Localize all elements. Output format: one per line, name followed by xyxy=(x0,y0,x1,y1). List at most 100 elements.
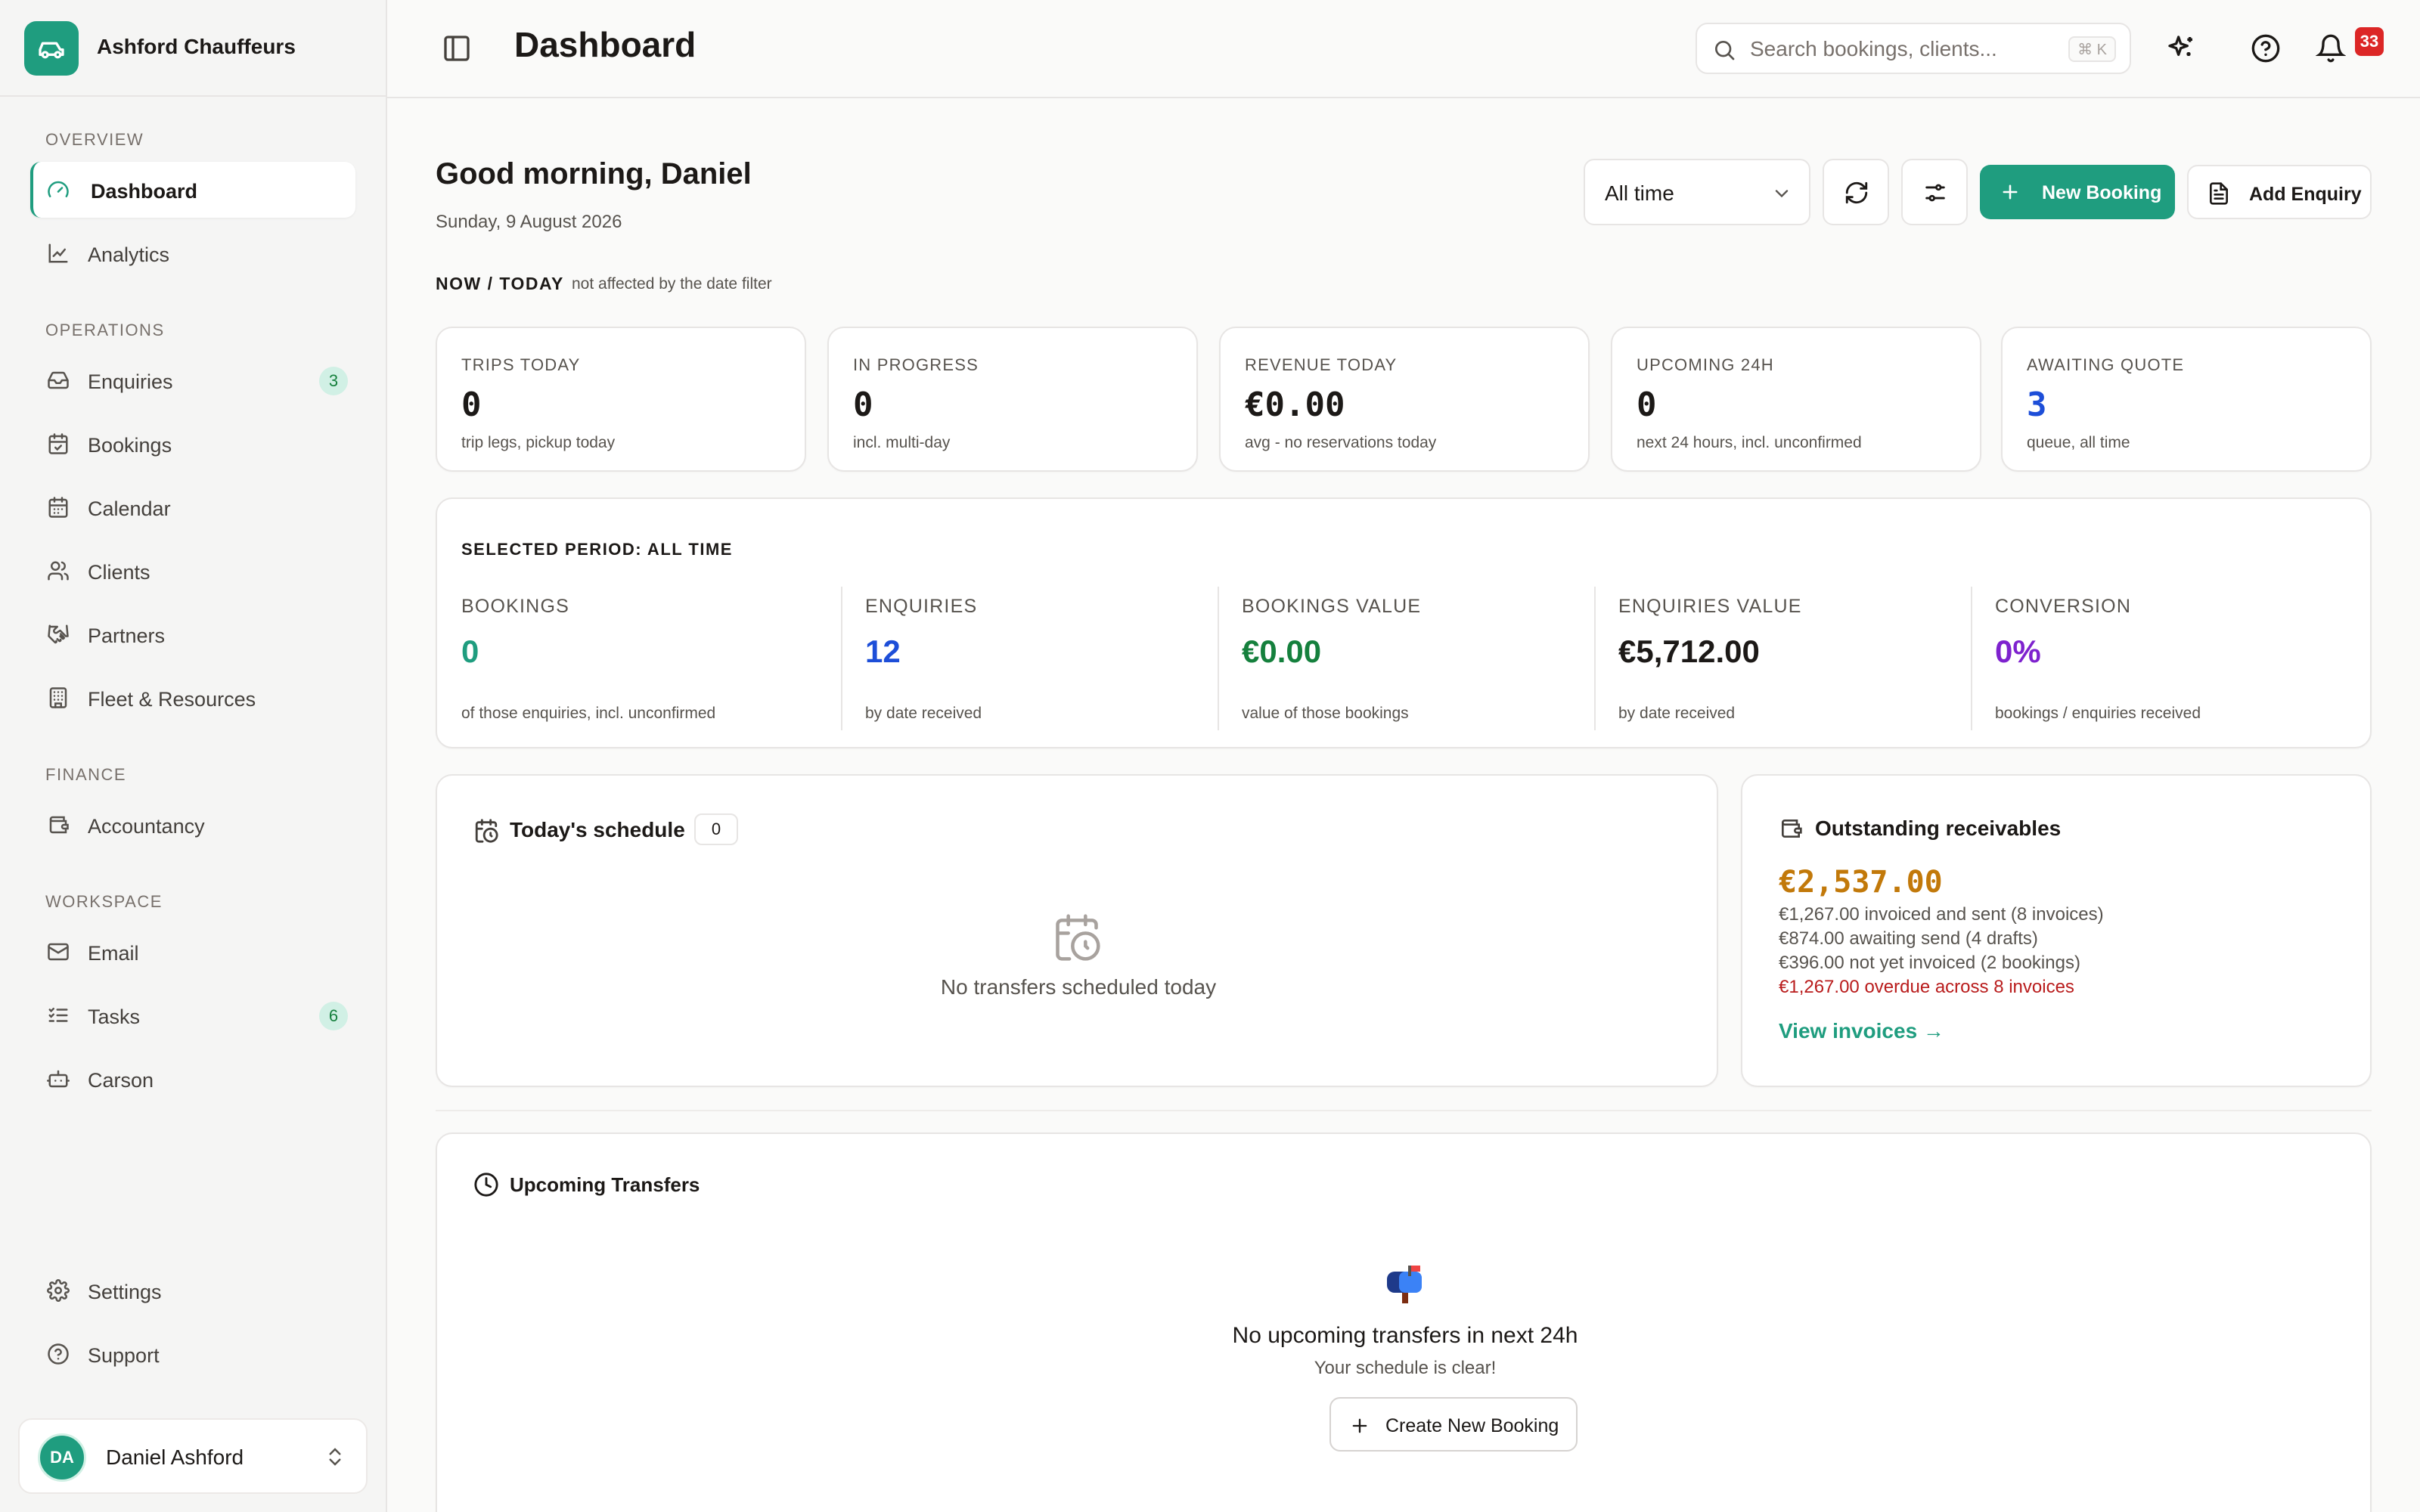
sliders-icon xyxy=(1925,184,1945,202)
sidebar-toggle-icon[interactable] xyxy=(442,33,472,64)
refresh-icon xyxy=(1845,181,1868,204)
now-section-note: not affected by the date filter xyxy=(572,275,772,293)
help-circle-icon xyxy=(48,1343,69,1365)
calendar-clock-icon xyxy=(1056,914,1100,961)
enquiries-count-badge: 3 xyxy=(319,367,348,395)
calendar-check-icon xyxy=(48,433,68,454)
sidebar-item-email[interactable]: Email xyxy=(30,924,355,980)
stat-value: 0 xyxy=(1637,386,1657,424)
handshake-icon xyxy=(48,624,69,644)
stat-sub: trip legs, pickup today xyxy=(461,434,616,451)
tasks-count-badge: 6 xyxy=(319,1002,348,1030)
schedule-title: Today's schedule xyxy=(510,818,685,841)
period-metric-bookings-value[interactable]: BOOKINGS VALUE €0.00 value of those book… xyxy=(1218,587,1594,730)
todays-schedule-card: Today's schedule 0 No transfers schedule… xyxy=(436,774,1718,1087)
metric-label: BOOKINGS VALUE xyxy=(1242,596,1422,617)
section-finance: FINANCE xyxy=(45,765,127,784)
divider xyxy=(436,1110,2372,1111)
user-name: Daniel Ashford xyxy=(106,1445,244,1469)
gauge-icon xyxy=(48,181,69,197)
filters-button[interactable] xyxy=(1901,159,1968,225)
stat-card-revenue-today[interactable]: REVENUE TODAY €0.00 avg - no reservation… xyxy=(1219,327,1590,472)
divider xyxy=(1594,587,1596,730)
metric-sub: of those enquiries, incl. unconfirmed xyxy=(461,705,716,722)
stat-sub: avg - no reservations today xyxy=(1245,434,1437,451)
divider xyxy=(1218,587,1219,730)
stat-card-awaiting-quote[interactable]: AWAITING QUOTE 3 queue, all time xyxy=(2001,327,2372,472)
sidebar-item-label: Clients xyxy=(88,561,150,584)
period-metric-enquiries-value[interactable]: ENQUIRIES VALUE €5,712.00 by date receiv… xyxy=(1594,587,1971,730)
stat-card-in-progress[interactable]: IN PROGRESS 0 incl. multi-day xyxy=(827,327,1198,472)
add-enquiry-label: Add Enquiry xyxy=(2249,184,2362,205)
schedule-count: 0 xyxy=(694,813,738,845)
refresh-button[interactable] xyxy=(1823,159,1889,225)
sidebar-item-partners[interactable]: Partners xyxy=(30,606,355,662)
search-input[interactable] xyxy=(1750,35,2045,64)
sidebar-item-tasks[interactable]: Tasks 6 xyxy=(30,987,355,1043)
sidebar-item-clients[interactable]: Clients xyxy=(30,543,355,599)
sidebar-item-label: Analytics xyxy=(88,243,170,266)
view-invoices-link[interactable]: View invoices → xyxy=(1779,1019,1944,1043)
new-booking-label: New Booking xyxy=(2042,182,2162,203)
notification-badge: 33 xyxy=(2355,27,2384,56)
sidebar-item-label: Bookings xyxy=(88,434,172,457)
metric-label: ENQUIRIES VALUE xyxy=(1618,596,1802,617)
period-metric-enquiries[interactable]: ENQUIRIES 12 by date received xyxy=(841,587,1218,730)
stat-label: UPCOMING 24H xyxy=(1637,355,1774,374)
date-filter-value: All time xyxy=(1605,181,1674,205)
sidebar-item-enquiries[interactable]: Enquiries 3 xyxy=(30,352,355,408)
stat-value: 0 xyxy=(461,386,482,424)
avatar: DA xyxy=(38,1433,86,1482)
sidebar-item-analytics[interactable]: Analytics xyxy=(30,225,355,281)
search-icon xyxy=(1715,41,1735,60)
car-icon xyxy=(24,21,79,76)
stat-card-upcoming-24h[interactable]: UPCOMING 24H 0 next 24 hours, incl. unco… xyxy=(1611,327,1981,472)
sparkles-icon[interactable] xyxy=(2166,33,2196,64)
metric-sub: bookings / enquiries received xyxy=(1995,705,2201,722)
new-booking-button[interactable]: New Booking xyxy=(1980,165,2175,219)
sidebar-item-calendar[interactable]: Calendar xyxy=(30,479,355,535)
search-shortcut: ⌘ K xyxy=(2068,36,2116,62)
mailbox-icon xyxy=(1387,1266,1422,1303)
sidebar-item-bookings[interactable]: Bookings xyxy=(30,416,355,472)
user-menu[interactable]: DA Daniel Ashford xyxy=(18,1418,368,1494)
gear-icon xyxy=(47,1279,70,1302)
wallet-icon xyxy=(1782,820,1802,838)
bot-icon xyxy=(47,1070,70,1088)
stat-card-trips-today[interactable]: TRIPS TODAY 0 trip legs, pickup today xyxy=(436,327,806,472)
sidebar-item-label: Settings xyxy=(88,1281,162,1303)
add-enquiry-button[interactable]: Add Enquiry xyxy=(2187,165,2372,219)
date-filter-select[interactable]: All time xyxy=(1584,159,1810,225)
period-metric-bookings[interactable]: BOOKINGS 0 of those enquiries, incl. unc… xyxy=(461,587,839,730)
metric-label: BOOKINGS xyxy=(461,596,569,617)
metric-sub: by date received xyxy=(865,705,982,722)
search-box[interactable]: ⌘ K xyxy=(1696,23,2131,74)
plus-icon xyxy=(2003,184,2018,200)
period-metric-conversion[interactable]: CONVERSION 0% bookings / enquiries recei… xyxy=(1971,587,2347,730)
sidebar-item-settings[interactable]: Settings xyxy=(30,1263,355,1318)
schedule-empty-message: No transfers scheduled today xyxy=(940,975,1217,999)
create-new-booking-label: Create New Booking xyxy=(1385,1415,1559,1436)
brand-name: Ashford Chauffeurs xyxy=(97,35,296,58)
sidebar-item-label: Enquiries xyxy=(88,370,173,393)
receivables-amount: €2,537.00 xyxy=(1779,865,1943,900)
brand-header[interactable]: Ashford Chauffeurs xyxy=(0,0,386,97)
stat-label: REVENUE TODAY xyxy=(1245,355,1398,374)
building-icon xyxy=(49,687,67,708)
sidebar-item-fleet[interactable]: Fleet & Resources xyxy=(30,670,355,726)
users-icon xyxy=(48,561,69,581)
metric-value: €0.00 xyxy=(1242,634,1322,669)
sidebar-item-label: Partners xyxy=(88,624,166,647)
receivables-line: €874.00 awaiting send (4 drafts) xyxy=(1779,928,2038,949)
sidebar-item-label: Dashboard xyxy=(91,180,198,203)
sidebar-item-label: Carson xyxy=(88,1069,154,1092)
bell-icon[interactable] xyxy=(2316,33,2346,64)
upcoming-empty-sub: Your schedule is clear! xyxy=(1314,1358,1497,1378)
create-new-booking-button[interactable]: Create New Booking xyxy=(1329,1397,1578,1452)
period-title: SELECTED PERIOD: ALL TIME xyxy=(461,540,733,559)
sidebar-item-support[interactable]: Support xyxy=(30,1326,355,1382)
sidebar-item-dashboard[interactable]: Dashboard xyxy=(30,162,355,218)
help-icon[interactable] xyxy=(2251,33,2281,64)
sidebar-item-carson[interactable]: Carson xyxy=(30,1051,355,1107)
sidebar-item-accountancy[interactable]: Accountancy xyxy=(30,797,355,853)
